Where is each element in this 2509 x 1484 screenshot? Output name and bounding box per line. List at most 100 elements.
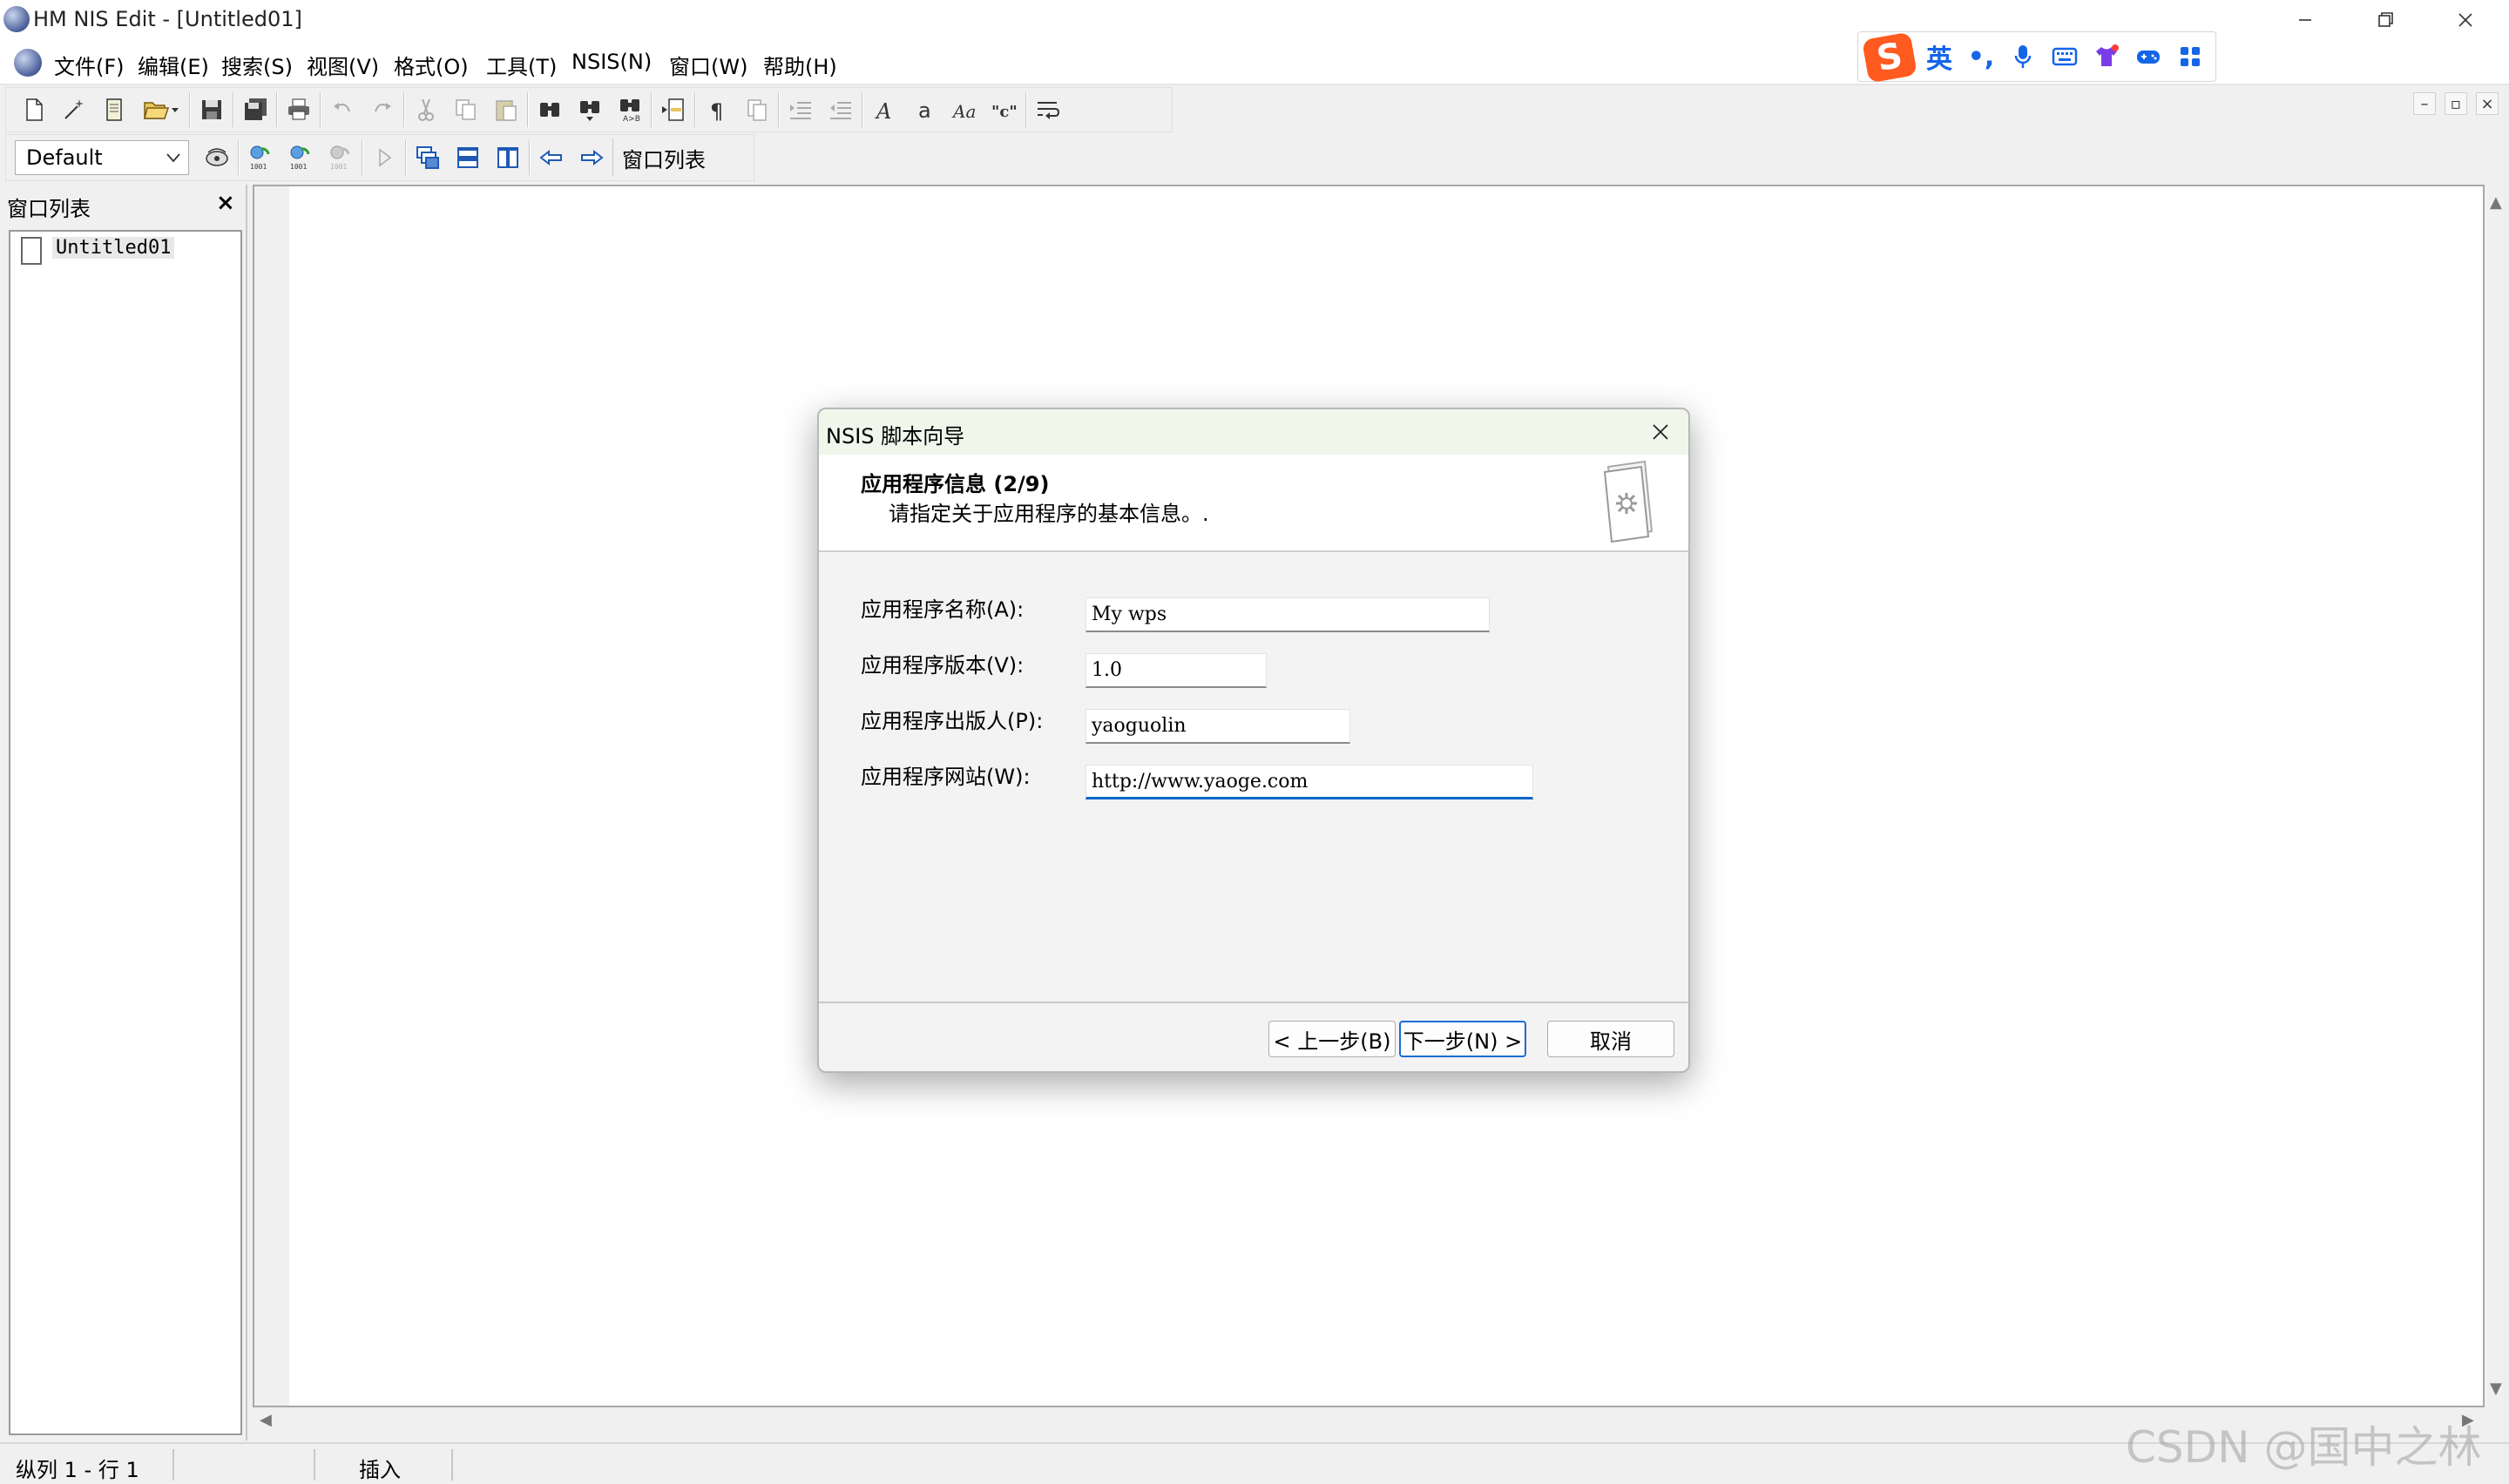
app-icon <box>3 6 30 32</box>
app-website-input[interactable]: http://www.yaoge.com <box>1085 765 1533 799</box>
menu-edit[interactable]: 编辑(E) <box>138 50 209 80</box>
replace-icon[interactable]: A>B <box>611 91 649 129</box>
scroll-up-icon[interactable]: ▲ <box>2490 193 2502 212</box>
scroll-left-icon[interactable]: ◀ <box>260 1411 272 1429</box>
find-icon[interactable] <box>531 91 569 129</box>
system-menu-icon[interactable] <box>14 49 42 77</box>
paste-icon[interactable] <box>487 91 525 129</box>
print-icon[interactable] <box>280 91 318 129</box>
window-list-item[interactable]: Untitled01 <box>52 237 175 259</box>
stop-compile-icon[interactable]: 1001 <box>321 138 360 177</box>
toolbar-separator <box>362 140 363 175</box>
redo-icon[interactable] <box>363 91 402 129</box>
window-list: Untitled01 <box>9 230 242 1435</box>
sogou-logo-icon[interactable]: S <box>1862 31 1917 84</box>
svg-text:a: a <box>918 98 931 123</box>
app-version-input[interactable]: 1.0 <box>1085 653 1267 688</box>
find-next-icon[interactable] <box>571 91 609 129</box>
window-list-panel: 窗口列表 × Untitled01 <box>0 185 247 1440</box>
word-wrap-disabled-icon[interactable] <box>738 91 776 129</box>
save-icon[interactable] <box>193 91 231 129</box>
skin-shirt-icon[interactable] <box>2088 39 2125 74</box>
window-list-button[interactable]: 窗口列表 <box>612 138 714 177</box>
watermark: CSDN @国中之林 <box>2126 1422 2482 1473</box>
microphone-icon[interactable] <box>2005 39 2041 74</box>
new-file-icon[interactable] <box>15 91 53 129</box>
back-button[interactable]: < 上一步(B) <box>1268 1021 1396 1057</box>
style-combo-value: Default <box>26 145 103 170</box>
menu-file[interactable]: 文件(F) <box>54 50 125 80</box>
close-button[interactable] <box>2425 0 2506 40</box>
child-restore-button[interactable]: ▫ <box>2445 92 2467 115</box>
scroll-down-icon[interactable]: ▼ <box>2490 1379 2502 1398</box>
toolbar-separator <box>320 92 321 127</box>
ime-punct-toggle[interactable]: •, <box>1963 39 1999 74</box>
editor-gutter <box>254 186 289 1406</box>
toolbar-separator <box>238 140 240 175</box>
open-folder-icon[interactable] <box>135 91 187 129</box>
close-icon[interactable]: × <box>216 190 235 216</box>
svg-text:"c": "c" <box>991 103 1018 121</box>
keyboard-icon[interactable] <box>2046 39 2083 74</box>
indent-icon[interactable] <box>781 91 820 129</box>
ime-toolbar: S 英 •, <box>1857 31 2216 84</box>
tile-vertical-icon[interactable] <box>489 138 527 177</box>
show-whitespace-icon[interactable]: ¶ <box>698 91 736 129</box>
status-separator <box>451 1449 453 1481</box>
page-description: 请指定关于应用程序的基本信息。. <box>889 502 1209 526</box>
cascade-windows-icon[interactable] <box>409 138 447 177</box>
svg-text:A>B: A>B <box>623 115 640 124</box>
status-separator <box>172 1449 174 1481</box>
run-installer-icon[interactable] <box>365 138 403 177</box>
goto-line-icon[interactable] <box>654 91 693 129</box>
toolbar-separator <box>233 92 234 127</box>
child-close-button[interactable]: × <box>2476 92 2499 115</box>
cut-icon[interactable] <box>407 91 445 129</box>
menu-search[interactable]: 搜索(S) <box>221 50 293 80</box>
toolbar-separator <box>527 92 529 127</box>
quote-icon[interactable]: "c" <box>985 91 1024 129</box>
word-wrap-icon[interactable] <box>1029 91 1067 129</box>
app-publisher-input[interactable]: yaoguolin <box>1085 709 1350 744</box>
toolbar-separator <box>862 92 863 127</box>
compile-run-icon[interactable]: 1001 <box>281 138 320 177</box>
game-icon[interactable] <box>2130 39 2167 74</box>
apps-grid-icon[interactable] <box>2172 39 2208 74</box>
previous-window-icon[interactable] <box>532 138 571 177</box>
lowercase-icon[interactable]: a <box>905 91 943 129</box>
dialog-divider <box>819 1002 1688 1003</box>
template-icon[interactable] <box>95 91 133 129</box>
toolbar-separator <box>405 140 407 175</box>
menu-window[interactable]: 窗口(W) <box>669 50 747 80</box>
child-minimize-button[interactable]: – <box>2413 92 2436 115</box>
copy-icon[interactable] <box>447 91 485 129</box>
next-button[interactable]: 下一步(N) > <box>1399 1021 1526 1057</box>
wizard-icon[interactable] <box>55 91 93 129</box>
tile-horizontal-icon[interactable] <box>449 138 487 177</box>
outdent-icon[interactable] <box>822 91 860 129</box>
app-name-input[interactable]: My wps <box>1085 597 1490 632</box>
undo-icon[interactable] <box>323 91 362 129</box>
menu-nsis[interactable]: NSIS(N) <box>571 50 652 74</box>
document-icon <box>21 237 42 265</box>
compiler-settings-icon[interactable] <box>198 138 236 177</box>
compile-script-icon[interactable]: 1001 <box>241 138 280 177</box>
menu-format[interactable]: 格式(O) <box>394 50 469 80</box>
cancel-button[interactable]: 取消 <box>1547 1021 1674 1057</box>
uppercase-icon[interactable]: A <box>865 91 903 129</box>
vertical-scrollbar[interactable]: ▲ ▼ <box>2485 185 2509 1407</box>
menu-view[interactable]: 视图(V) <box>307 50 379 80</box>
minimize-button[interactable] <box>2265 0 2345 40</box>
next-window-icon[interactable] <box>572 138 611 177</box>
menu-tools[interactable]: 工具(T) <box>486 50 557 80</box>
style-combo[interactable]: Default <box>15 140 189 175</box>
toolbar-separator <box>189 92 191 127</box>
app-name-label: 应用程序名称(A): <box>861 597 1025 622</box>
cursor-position: 纵列 1 - 行 1 <box>16 1458 139 1482</box>
menu-help[interactable]: 帮助(H) <box>763 50 837 80</box>
toggle-case-icon[interactable]: Aa <box>945 91 984 129</box>
ime-lang-toggle[interactable]: 英 <box>1921 39 1958 75</box>
save-all-icon[interactable] <box>236 91 274 129</box>
restore-button[interactable] <box>2345 0 2425 40</box>
close-icon[interactable] <box>1643 416 1678 448</box>
